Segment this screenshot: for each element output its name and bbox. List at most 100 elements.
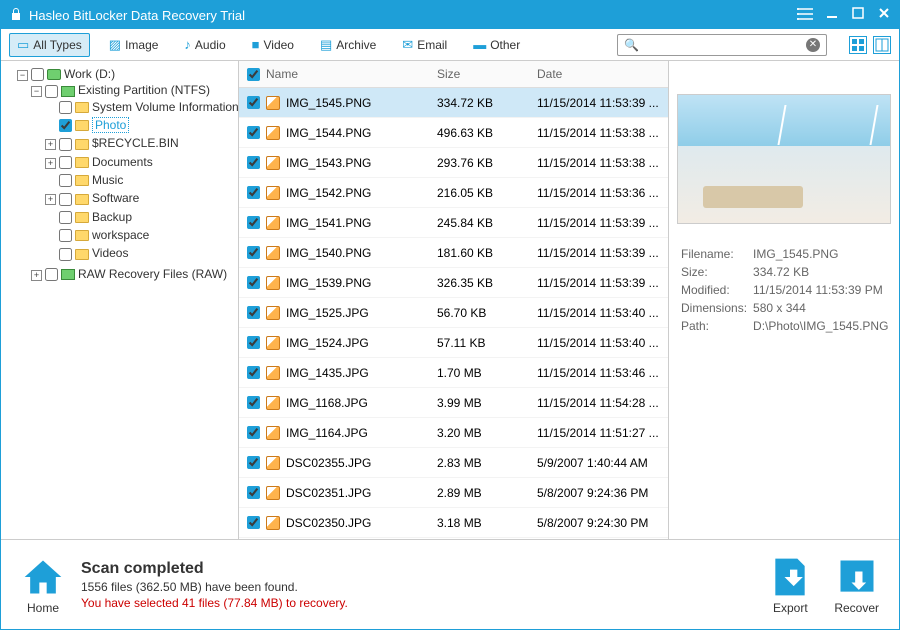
- file-row[interactable]: IMG_1543.PNG293.76 KB11/15/2014 11:53:38…: [239, 148, 668, 178]
- folder-tree[interactable]: − Work (D:) − Existing Partition (NTFS) Sy…: [1, 61, 239, 539]
- file-checkbox[interactable]: [247, 216, 260, 229]
- file-checkbox[interactable]: [247, 186, 260, 199]
- tree-node-photo[interactable]: Photo: [92, 117, 129, 133]
- file-row[interactable]: DSC02351.JPG2.89 MB5/8/2007 9:24:36 PM: [239, 478, 668, 508]
- filter-email[interactable]: ✉Email: [395, 34, 454, 56]
- tree-toggle[interactable]: −: [31, 86, 42, 97]
- tree-node-workspace[interactable]: workspace: [92, 228, 149, 242]
- file-checkbox[interactable]: [247, 336, 260, 349]
- tree-node-work[interactable]: Work (D:): [64, 67, 115, 81]
- tree-toggle[interactable]: +: [31, 270, 42, 281]
- home-button[interactable]: Home: [21, 555, 65, 615]
- file-row[interactable]: IMG_1540.PNG181.60 KB11/15/2014 11:53:39…: [239, 238, 668, 268]
- tree-checkbox[interactable]: [59, 211, 72, 224]
- file-name: IMG_1524.JPG: [286, 336, 369, 350]
- tree-toggle[interactable]: +: [45, 158, 56, 169]
- col-name-label[interactable]: Name: [266, 67, 298, 81]
- tree-node-documents[interactable]: Documents: [92, 155, 153, 169]
- preview-filename: IMG_1545.PNG: [751, 246, 890, 262]
- close-icon[interactable]: [877, 6, 891, 24]
- file-checkbox[interactable]: [247, 276, 260, 289]
- tree-toggle[interactable]: +: [45, 194, 56, 205]
- file-row[interactable]: IMG_1545.PNG334.72 KB11/15/2014 11:53:39…: [239, 88, 668, 118]
- file-row[interactable]: IMG_1164.JPG3.20 MB11/15/2014 11:51:27 .…: [239, 418, 668, 448]
- tree-checkbox[interactable]: [59, 174, 72, 187]
- file-date: 11/15/2014 11:53:38 ...: [529, 156, 668, 170]
- tree-checkbox[interactable]: [59, 229, 72, 242]
- menu-icon[interactable]: [797, 7, 813, 24]
- tree-node-sysvol[interactable]: System Volume Information: [92, 100, 239, 114]
- file-checkbox[interactable]: [247, 456, 260, 469]
- file-list-body[interactable]: IMG_1545.PNG334.72 KB11/15/2014 11:53:39…: [239, 88, 668, 539]
- footer: Home Scan completed 1556 files (362.50 M…: [1, 539, 899, 629]
- file-checkbox[interactable]: [247, 426, 260, 439]
- filter-archive[interactable]: ▤Archive: [313, 34, 383, 56]
- file-name: IMG_1545.PNG: [286, 96, 371, 110]
- export-button[interactable]: Export: [768, 555, 812, 615]
- tree-node-music[interactable]: Music: [92, 173, 123, 187]
- file-checkbox[interactable]: [247, 366, 260, 379]
- filter-audio[interactable]: ♪Audio: [177, 34, 232, 55]
- tree-node-software[interactable]: Software: [92, 191, 139, 205]
- search-input[interactable]: [643, 38, 806, 52]
- file-checkbox[interactable]: [247, 396, 260, 409]
- view-grid-button[interactable]: [849, 36, 867, 54]
- tree-node-videos[interactable]: Videos: [92, 246, 128, 260]
- preview-panel: Filename:IMG_1545.PNG Size:334.72 KB Mod…: [669, 61, 899, 539]
- tree-node-existing[interactable]: Existing Partition (NTFS): [78, 83, 210, 97]
- file-row[interactable]: IMG_1542.PNG216.05 KB11/15/2014 11:53:36…: [239, 178, 668, 208]
- file-checkbox[interactable]: [247, 246, 260, 259]
- file-checkbox[interactable]: [247, 486, 260, 499]
- file-date: 11/15/2014 11:53:40 ...: [529, 306, 668, 320]
- tree-checkbox[interactable]: [31, 68, 44, 81]
- file-row[interactable]: IMG_1524.JPG57.11 KB11/15/2014 11:53:40 …: [239, 328, 668, 358]
- col-size-label[interactable]: Size: [429, 61, 529, 87]
- preview-label-path: Path:: [679, 318, 749, 334]
- image-file-icon: [266, 246, 280, 260]
- file-row[interactable]: DSC02355.JPG2.83 MB5/9/2007 1:40:44 AM: [239, 448, 668, 478]
- file-row[interactable]: IMG_1539.PNG326.35 KB11/15/2014 11:53:39…: [239, 268, 668, 298]
- file-row[interactable]: IMG_1525.JPG56.70 KB11/15/2014 11:53:40 …: [239, 298, 668, 328]
- tree-checkbox[interactable]: [59, 138, 72, 151]
- tree-node-raw[interactable]: RAW Recovery Files (RAW): [78, 267, 227, 281]
- file-size: 3.20 MB: [429, 426, 529, 440]
- file-row[interactable]: IMG_1435.JPG1.70 MB11/15/2014 11:53:46 .…: [239, 358, 668, 388]
- select-all-checkbox[interactable]: [247, 68, 260, 81]
- file-checkbox[interactable]: [247, 156, 260, 169]
- tree-checkbox[interactable]: [59, 248, 72, 261]
- drive-icon: [47, 69, 61, 80]
- filter-other[interactable]: ▬Other: [466, 34, 527, 55]
- file-row[interactable]: IMG_1544.PNG496.63 KB11/15/2014 11:53:38…: [239, 118, 668, 148]
- minimize-icon[interactable]: [825, 6, 839, 24]
- search-box[interactable]: 🔍 ✕: [617, 34, 827, 56]
- file-row[interactable]: DSC02350.JPG3.18 MB5/8/2007 9:24:30 PM: [239, 508, 668, 538]
- tree-checkbox[interactable]: [45, 268, 58, 281]
- tree-toggle[interactable]: +: [45, 139, 56, 150]
- window-title: Hasleo BitLocker Data Recovery Trial: [29, 8, 245, 23]
- file-date: 5/8/2007 9:24:30 PM: [529, 516, 668, 530]
- clear-search-icon[interactable]: ✕: [806, 38, 820, 52]
- tree-checkbox[interactable]: [45, 85, 58, 98]
- file-row[interactable]: IMG_1541.PNG245.84 KB11/15/2014 11:53:39…: [239, 208, 668, 238]
- tree-node-recycle[interactable]: $RECYCLE.BIN: [92, 136, 179, 150]
- file-checkbox[interactable]: [247, 126, 260, 139]
- tree-checkbox[interactable]: [59, 119, 72, 132]
- tree-checkbox[interactable]: [59, 193, 72, 206]
- view-detail-button[interactable]: [873, 36, 891, 54]
- tree-toggle[interactable]: −: [17, 70, 28, 81]
- file-row[interactable]: IMG_1168.JPG3.99 MB11/15/2014 11:54:28 .…: [239, 388, 668, 418]
- folder-icon: [75, 139, 89, 150]
- recover-button[interactable]: Recover: [834, 555, 879, 615]
- maximize-icon[interactable]: [851, 6, 865, 24]
- file-checkbox[interactable]: [247, 516, 260, 529]
- col-date-label[interactable]: Date: [529, 61, 668, 87]
- file-checkbox[interactable]: [247, 96, 260, 109]
- filter-all-types[interactable]: ▭All Types: [9, 33, 90, 57]
- file-checkbox[interactable]: [247, 306, 260, 319]
- tree-checkbox[interactable]: [59, 101, 72, 114]
- filter-image[interactable]: ▨Image: [102, 34, 166, 56]
- tree-node-backup[interactable]: Backup: [92, 210, 132, 224]
- tree-checkbox[interactable]: [59, 156, 72, 169]
- file-size: 245.84 KB: [429, 216, 529, 230]
- filter-video[interactable]: ■Video: [245, 34, 301, 55]
